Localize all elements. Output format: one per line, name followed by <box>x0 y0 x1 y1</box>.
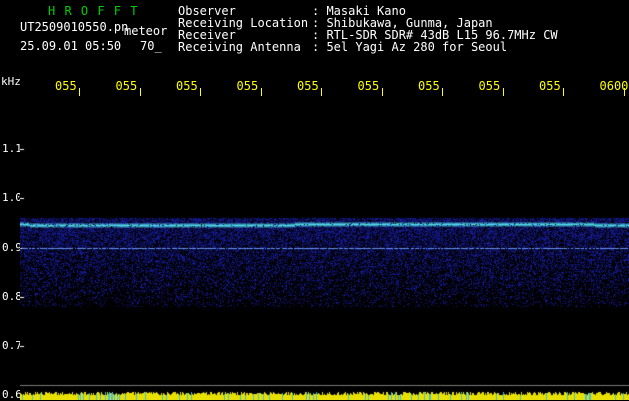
time-tick-mark <box>79 88 80 96</box>
time-tick-mark <box>502 88 504 96</box>
time-tick-mark <box>139 88 141 96</box>
time-tick-mark <box>442 88 443 96</box>
time-tick-mark <box>563 88 564 96</box>
y-tick-label: 0.9 <box>2 240 22 254</box>
software-title: H R O F F T <box>48 4 139 18</box>
time-tick-label: 055 <box>176 79 198 93</box>
time-axis: 055 055 055 055 055 055 055 055 055 0600 <box>0 76 629 98</box>
y-tick-label: 1.1 <box>2 142 22 156</box>
field-antenna-value: : 5el Yagi Az 280 for Seoul <box>312 40 508 54</box>
spectrogram-canvas <box>20 100 629 400</box>
field-antenna-label: Receiving Antenna <box>178 40 301 54</box>
time-tick-mark <box>381 88 383 96</box>
y-tick-label: 1.0 <box>2 191 22 205</box>
y-tick-label: 0.7 <box>2 338 22 352</box>
time-tick-mark <box>260 88 262 96</box>
time-tick-label: 055 <box>236 79 259 93</box>
time-tick-label: 055 <box>478 79 501 93</box>
filename-label: UT2509010550.pn <box>20 20 129 34</box>
y-tick-label: 0.6 <box>2 388 22 401</box>
time-tick-label: 055 <box>357 79 380 93</box>
time-tick-label: 055 <box>539 79 561 93</box>
time-tick-label: 055 <box>297 79 319 93</box>
time-tick-label: 055 <box>418 79 440 93</box>
meteor-label: meteor <box>124 24 168 38</box>
time-tick-mark <box>623 88 625 96</box>
y-tick-label: 0.8 <box>2 289 22 303</box>
value-label: 70_ <box>140 39 162 53</box>
time-tick-mark <box>200 88 201 96</box>
time-tick-mark <box>321 88 322 96</box>
time-tick-label: 055 <box>115 79 138 93</box>
datetime-label: 25.09.01 05:50 <box>20 39 122 53</box>
time-tick-label: 055 <box>55 79 77 93</box>
